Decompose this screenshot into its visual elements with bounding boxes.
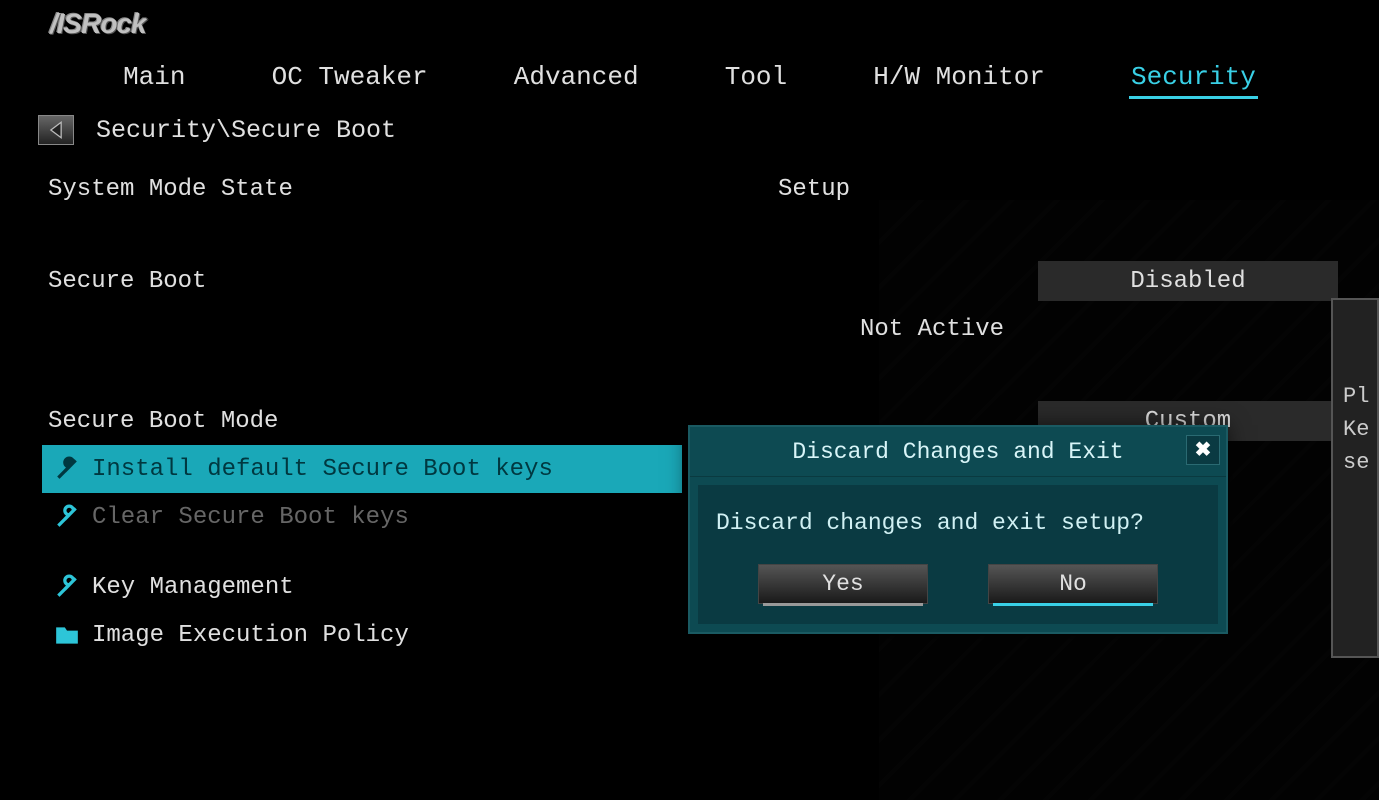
secure-boot-label: Secure Boot — [48, 268, 778, 295]
secure-boot-mode-label: Secure Boot Mode — [48, 408, 778, 435]
dialog-yes-button[interactable]: Yes — [758, 564, 928, 604]
key-management-label: Key Management — [92, 574, 294, 601]
install-default-keys[interactable]: Install default Secure Boot keys — [42, 445, 682, 493]
help-line: Ke — [1343, 413, 1371, 446]
back-button[interactable] — [38, 115, 74, 145]
top-tabs: Main OC Tweaker Advanced Tool H/W Monito… — [0, 58, 1379, 99]
dialog-no-button[interactable]: No — [988, 564, 1158, 604]
dialog-title: Discard Changes and Exit — [792, 439, 1123, 465]
tab-main[interactable]: Main — [121, 58, 187, 99]
tab-hw-monitor[interactable]: H/W Monitor — [871, 58, 1047, 99]
folder-icon — [54, 622, 80, 648]
help-line: Pl — [1343, 380, 1371, 413]
system-mode-state-value: Setup — [778, 176, 850, 203]
image-execution-policy-label: Image Execution Policy — [92, 622, 409, 649]
wrench-icon — [54, 504, 80, 530]
install-default-keys-label: Install default Secure Boot keys — [92, 456, 553, 483]
secure-boot-select[interactable]: Disabled — [1038, 261, 1338, 301]
help-panel: Pl Ke se — [1331, 298, 1379, 658]
triangle-left-icon — [49, 121, 63, 139]
tab-security[interactable]: Security — [1129, 58, 1258, 99]
tab-advanced[interactable]: Advanced — [512, 58, 641, 99]
breadcrumb: Security\Secure Boot — [96, 116, 396, 145]
close-icon: ✖ — [1195, 437, 1212, 463]
confirm-dialog: Discard Changes and Exit ✖ Discard chang… — [688, 425, 1228, 634]
help-line: se — [1343, 446, 1371, 479]
clear-secure-boot-keys-label: Clear Secure Boot keys — [92, 504, 409, 531]
dialog-message: Discard changes and exit setup? — [716, 510, 1200, 536]
tab-tool[interactable]: Tool — [723, 58, 789, 99]
secure-boot-status: Not Active — [778, 316, 1004, 343]
dialog-close-button[interactable]: ✖ — [1186, 435, 1220, 465]
wrench-icon — [54, 456, 80, 482]
wrench-icon — [54, 574, 80, 600]
brand-logo: /ISRock — [50, 8, 146, 40]
system-mode-state-label: System Mode State — [48, 176, 778, 203]
tab-oc-tweaker[interactable]: OC Tweaker — [270, 58, 430, 99]
